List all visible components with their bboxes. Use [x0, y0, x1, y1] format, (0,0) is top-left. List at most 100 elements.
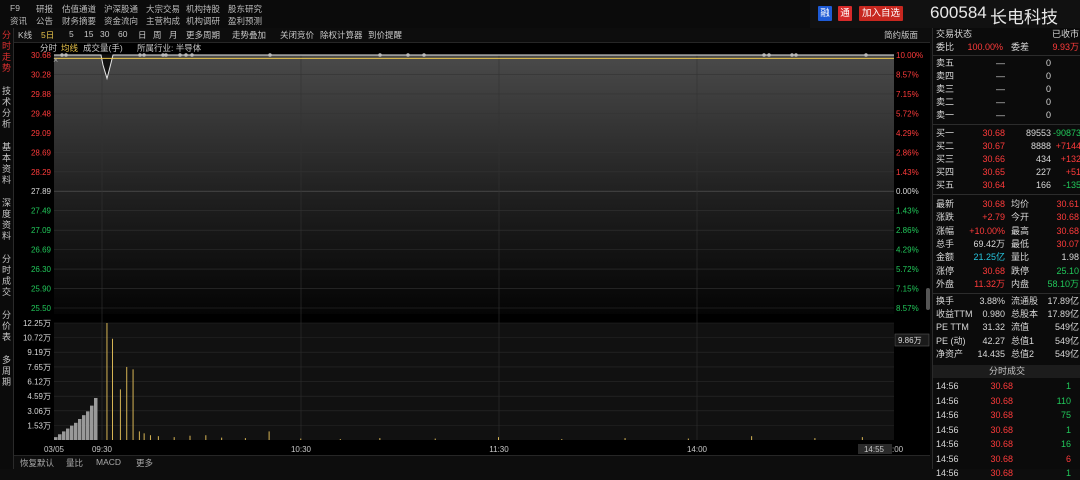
- time-tick-label: 14:00: [687, 445, 708, 454]
- bid-price: 30.66: [982, 154, 1005, 164]
- ticks-title: 分时成交: [933, 365, 1080, 378]
- status-value: 已收市: [1051, 29, 1079, 39]
- avg-line-toggle[interactable]: 均线: [61, 42, 78, 54]
- ask-label: 卖三: [936, 84, 955, 94]
- period-item[interactable]: 关闭竞价: [280, 29, 314, 41]
- stat-value: 30.07: [1056, 238, 1079, 249]
- period-item[interactable]: 周: [153, 29, 162, 41]
- weibi-row: 委比 100.00% 委差 9.93万: [933, 41, 1080, 54]
- top-menu: F9 研报 估值通道 沪深股通 大宗交易 机构持股 股东研究资讯 公告 财务摘要 资金流向 主营构成…: [0, 0, 810, 29]
- period-item[interactable]: 日: [138, 29, 147, 41]
- price-tick-label: 29.09: [31, 129, 52, 138]
- price-tick-label: 28.69: [31, 148, 52, 157]
- fin-row: 换手 3.88% 流通股 17.89亿: [933, 295, 1080, 308]
- bid-volume: 8888: [1030, 141, 1051, 151]
- time-tick-label: 11:30: [489, 445, 509, 454]
- margin-trading-badge[interactable]: 融: [818, 6, 832, 21]
- tick-price: 30.68: [990, 381, 1013, 391]
- industry-label[interactable]: 所属行业: 半导体: [137, 42, 201, 54]
- price-tick-label: 28.29: [31, 168, 52, 177]
- top-menu-item[interactable]: 研报: [36, 3, 53, 15]
- prevday-volume-bar: [58, 434, 62, 440]
- top-menu-item[interactable]: 公告: [36, 15, 53, 27]
- pct-tick-label: 7.15%: [896, 90, 919, 99]
- bottom-indicator-item[interactable]: MACD: [96, 457, 121, 467]
- chart-close-icon[interactable]: ×: [53, 55, 58, 65]
- stat-row: 最新 30.68 均价 30.61: [933, 198, 1080, 211]
- tick-volume: 6: [1065, 453, 1071, 464]
- bid-volume: 166: [1035, 180, 1051, 190]
- bid-row: 买四 30.65 227 +51: [933, 166, 1080, 179]
- period-item[interactable]: 走势叠加: [232, 29, 266, 41]
- top-menu-item[interactable]: 机构调研: [186, 15, 220, 27]
- left-tab[interactable]: 分时成交: [0, 254, 13, 298]
- ask-label: 卖四: [936, 71, 955, 81]
- pct-tick-label: 1.43%: [896, 168, 919, 177]
- top-menu-item[interactable]: 股东研究: [228, 3, 262, 15]
- bottom-indicator-item[interactable]: 量比: [66, 457, 83, 469]
- pct-tick-label: 8.57%: [896, 70, 919, 79]
- pct-tick-label: 10.00%: [896, 51, 923, 60]
- fenshi-toggle[interactable]: 分时: [40, 42, 57, 54]
- simple-layout-button[interactable]: 简约版面: [884, 29, 918, 41]
- stat-label: 总手: [936, 238, 955, 249]
- top-menu-item[interactable]: 主营构成: [146, 15, 180, 27]
- top-menu-item[interactable]: 财务摘要: [62, 15, 96, 27]
- left-tab[interactable]: 技术分析: [0, 86, 13, 130]
- period-item[interactable]: 月: [169, 29, 178, 41]
- period-item[interactable]: 到价提醒: [368, 29, 402, 41]
- tick-price: 30.68: [990, 439, 1013, 449]
- period-item[interactable]: K线: [18, 29, 32, 41]
- top-menu-item[interactable]: 大宗交易: [146, 3, 180, 15]
- pct-tick-label: 1.43%: [896, 207, 919, 216]
- time-tick-label: 14:55: [864, 445, 885, 454]
- top-menu-item[interactable]: 盈利预测: [228, 15, 262, 27]
- bottom-indicator-item[interactable]: 更多: [136, 457, 153, 469]
- trade-marker: [864, 53, 868, 57]
- period-item[interactable]: 5: [69, 29, 74, 39]
- fin-label: 总值1: [1011, 335, 1035, 346]
- stock-connect-badge[interactable]: 通: [838, 6, 852, 21]
- fin-label: 换手: [936, 296, 955, 306]
- price-tick-label: 26.69: [31, 246, 52, 255]
- bottom-indicator-item[interactable]: 恢复默认: [20, 457, 54, 469]
- top-menu-item[interactable]: 资讯: [10, 15, 27, 27]
- period-item[interactable]: 15: [84, 29, 93, 39]
- volume-toggle[interactable]: 成交量(手): [83, 42, 123, 54]
- fin-row: PE (动) 42.27 总值1 549亿: [933, 335, 1080, 348]
- left-tab[interactable]: 基本资料: [0, 142, 13, 186]
- period-item[interactable]: 30: [100, 29, 109, 39]
- top-menu-item[interactable]: 机构持股: [186, 3, 220, 15]
- period-item[interactable]: 除权计算器: [320, 29, 363, 41]
- bid-volume: 227: [1035, 167, 1051, 177]
- stat-label: 内盘: [1011, 278, 1030, 289]
- volume-marker-label: 9.86万: [898, 336, 922, 345]
- bid-change: -135: [1062, 180, 1080, 190]
- top-menu-item[interactable]: 沪深股通: [104, 3, 138, 15]
- add-watchlist-button[interactable]: 加入自选: [859, 6, 903, 21]
- left-tab[interactable]: 分时走势: [0, 30, 13, 74]
- top-menu-item[interactable]: 资金流向: [104, 15, 138, 27]
- pct-tick-label: 0.00%: [896, 187, 919, 196]
- top-menu-item[interactable]: F9: [10, 3, 20, 13]
- left-tab[interactable]: 多周期: [0, 355, 13, 388]
- bid-row: 买五 30.64 166 -135: [933, 179, 1080, 192]
- left-tab[interactable]: 深度资料: [0, 198, 13, 242]
- prevday-volume-bar: [66, 428, 70, 440]
- stat-label: 量比: [1011, 252, 1030, 263]
- period-item[interactable]: 5日: [41, 29, 54, 41]
- ask-row: 卖三 — 0: [933, 83, 1080, 96]
- price-tick-label: 27.09: [31, 226, 52, 235]
- bid-change: +132: [1060, 154, 1080, 164]
- top-menu-item[interactable]: 估值通道: [62, 3, 96, 15]
- intraday-chart[interactable]: 30.6830.2829.8829.4829.0928.6928.2927.89…: [14, 28, 930, 469]
- indicator-bottom-bar: 恢复默认 量比 MACD 更多: [14, 455, 930, 470]
- tick-row: 14:56 30.68 6: [933, 453, 1080, 466]
- period-item[interactable]: 60: [118, 29, 127, 39]
- trade-marker: [268, 53, 272, 57]
- bid-price: 30.67: [982, 141, 1005, 151]
- chart-scroll-handle[interactable]: [926, 288, 930, 310]
- left-tab[interactable]: 分价表: [0, 310, 13, 343]
- bid-row: 买三 30.66 434 +132: [933, 153, 1080, 166]
- period-item[interactable]: 更多周期: [186, 29, 220, 41]
